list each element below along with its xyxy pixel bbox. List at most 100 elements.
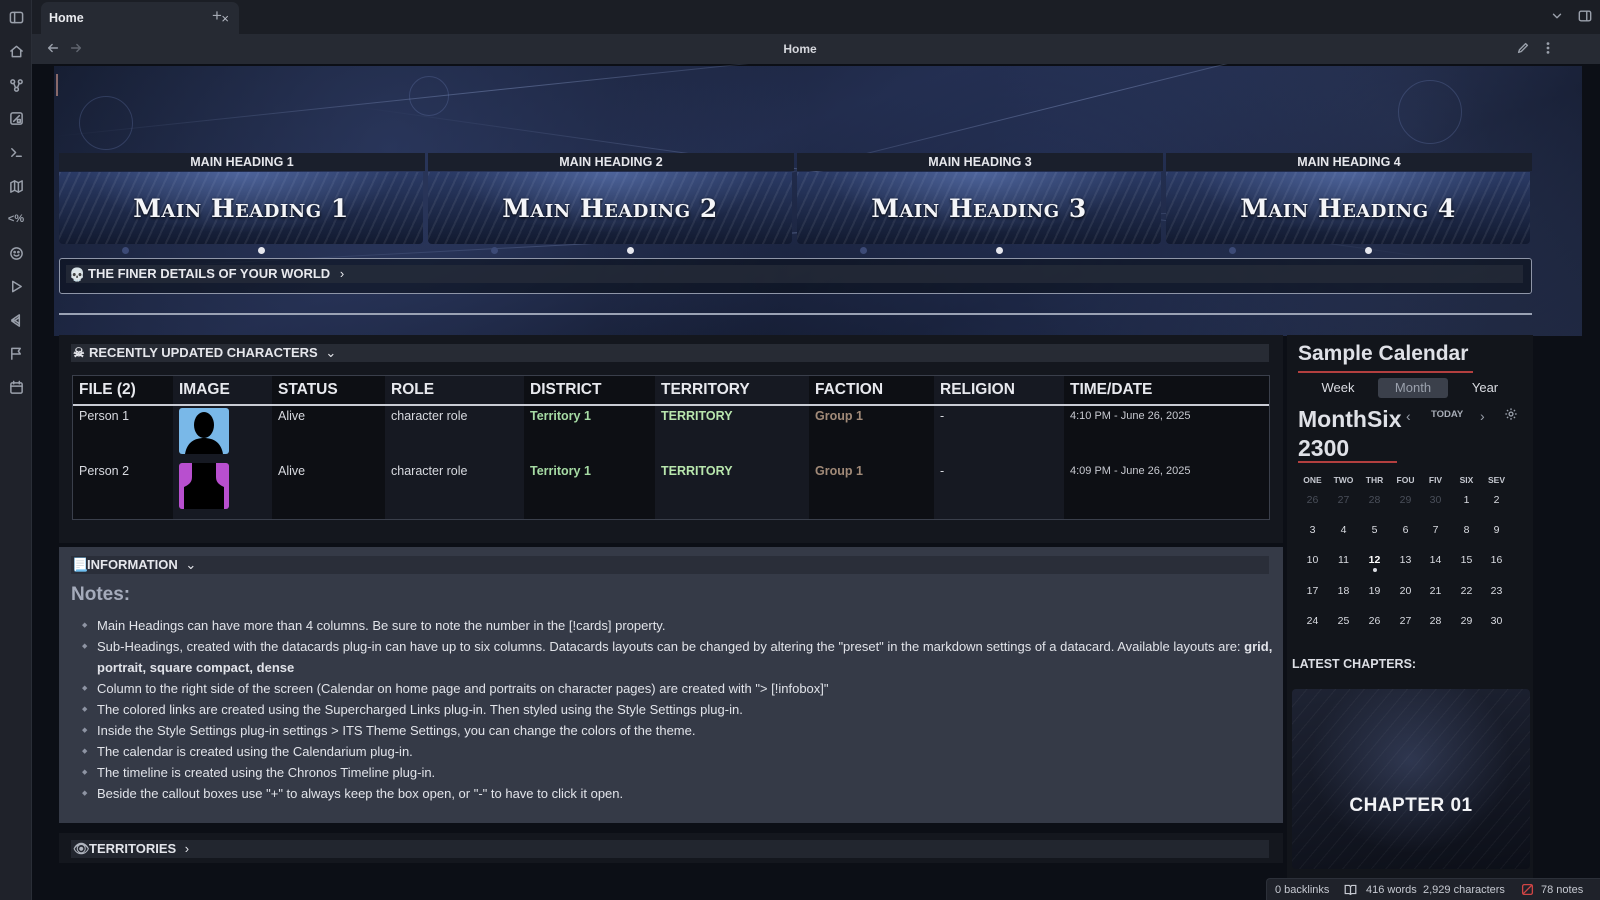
column-header-faction[interactable]: FACTION bbox=[815, 376, 883, 404]
tab-list-chevron-icon[interactable] bbox=[1550, 9, 1564, 28]
calendar-day[interactable]: 28 bbox=[1420, 615, 1451, 627]
calendar-day[interactable]: 17 bbox=[1297, 585, 1328, 597]
vscode-icon[interactable] bbox=[7, 311, 25, 329]
calendar-day[interactable]: 30 bbox=[1481, 615, 1512, 627]
calendar-day[interactable]: 6 bbox=[1390, 524, 1421, 536]
callout-title[interactable]: 👁 TERRITORIES › bbox=[71, 840, 1269, 858]
file-link[interactable]: Person 2 bbox=[79, 464, 129, 478]
previous-month-chevron-icon[interactable]: ‹ bbox=[1406, 408, 1411, 424]
tab-home[interactable]: Home × bbox=[41, 2, 239, 34]
calendar-day[interactable]: 25 bbox=[1328, 615, 1359, 627]
sync-off-icon[interactable] bbox=[1521, 883, 1534, 899]
today-button[interactable]: TODAY bbox=[1431, 409, 1463, 420]
calendar-day[interactable]: 13 bbox=[1390, 554, 1421, 566]
gear-icon[interactable] bbox=[1504, 407, 1518, 424]
characters-table: FILE (2) IMAGE STATUS ROLE DISTRICT TERR… bbox=[72, 375, 1270, 520]
calendar-day[interactable]: 14 bbox=[1420, 554, 1451, 566]
calendar-day[interactable]: 26 bbox=[1297, 494, 1328, 506]
canvas-icon[interactable] bbox=[7, 109, 25, 127]
edit-pencil-icon[interactable] bbox=[1516, 41, 1530, 60]
backlinks-count[interactable]: 0 backlinks bbox=[1275, 884, 1329, 896]
calendar-day[interactable]: 10 bbox=[1297, 554, 1328, 566]
calendar-day[interactable]: 21 bbox=[1420, 585, 1451, 597]
callout-title[interactable]: 💀 THE FINER DETAILS OF YOUR WORLD › bbox=[66, 265, 1523, 283]
column-header-image[interactable]: IMAGE bbox=[179, 376, 230, 404]
next-month-chevron-icon[interactable]: › bbox=[1480, 408, 1485, 424]
column-header-time-date[interactable]: TIME/DATE bbox=[1070, 376, 1152, 404]
column-header-role[interactable]: ROLE bbox=[391, 376, 434, 404]
play-icon[interactable] bbox=[7, 277, 25, 295]
calendar-day[interactable]: 29 bbox=[1390, 494, 1421, 506]
carousel-dot[interactable] bbox=[996, 247, 1003, 254]
sidebar-toggle-icon[interactable] bbox=[7, 8, 25, 26]
card-label: MAIN HEADING 3 bbox=[797, 153, 1163, 171]
finer-details-callout[interactable]: 💀 THE FINER DETAILS OF YOUR WORLD › bbox=[59, 258, 1532, 294]
calendar-day[interactable]: 28 bbox=[1359, 494, 1390, 506]
graph-icon[interactable] bbox=[7, 76, 25, 94]
main-heading-card[interactable]: MAIN HEADING 2 Main Heading 2 bbox=[428, 153, 794, 255]
calendar-day[interactable]: 15 bbox=[1451, 554, 1482, 566]
carousel-dot[interactable] bbox=[258, 247, 265, 254]
calendar-day[interactable]: 9 bbox=[1481, 524, 1512, 536]
column-header-file[interactable]: FILE (2) bbox=[79, 376, 136, 404]
main-heading-card[interactable]: MAIN HEADING 4 Main Heading 4 bbox=[1166, 153, 1532, 255]
territory-link[interactable]: TERRITORY bbox=[661, 409, 733, 423]
calendar-day[interactable]: 26 bbox=[1359, 615, 1390, 627]
column-header-district[interactable]: DISTRICT bbox=[530, 376, 601, 404]
calendar-day[interactable]: 22 bbox=[1451, 585, 1482, 597]
calendar-day[interactable]: 12 bbox=[1359, 554, 1390, 566]
calendar-day[interactable]: 2 bbox=[1481, 494, 1512, 506]
calendar-day[interactable]: 8 bbox=[1451, 524, 1482, 536]
calendar-icon[interactable] bbox=[7, 378, 25, 396]
calendar-day[interactable]: 16 bbox=[1481, 554, 1512, 566]
view-year-button[interactable]: Year bbox=[1452, 378, 1518, 398]
chapter-card[interactable]: CHAPTER 01 bbox=[1292, 689, 1530, 869]
map-icon[interactable] bbox=[7, 177, 25, 195]
more-options-icon[interactable] bbox=[1541, 41, 1555, 60]
close-tab-icon[interactable]: × bbox=[221, 11, 229, 26]
terminal-icon[interactable] bbox=[7, 143, 25, 161]
district-link[interactable]: Territory 1 bbox=[530, 409, 591, 423]
calendar-day[interactable]: 7 bbox=[1420, 524, 1451, 536]
carousel-dot[interactable] bbox=[1365, 247, 1372, 254]
calendar-day[interactable]: 11 bbox=[1328, 554, 1359, 566]
view-week-button[interactable]: Week bbox=[1305, 378, 1371, 398]
calendar-day[interactable]: 27 bbox=[1390, 615, 1421, 627]
calendar-day[interactable]: 1 bbox=[1451, 494, 1482, 506]
carousel-dot[interactable] bbox=[627, 247, 634, 254]
calendar-day[interactable]: 19 bbox=[1359, 585, 1390, 597]
flag-icon[interactable] bbox=[7, 344, 25, 362]
callout-title[interactable]: ☠ RECENTLY UPDATED CHARACTERS ⌄ bbox=[71, 344, 1269, 362]
view-month-button[interactable]: Month bbox=[1378, 378, 1448, 398]
faction-link[interactable]: Group 1 bbox=[815, 409, 863, 423]
calendar-day[interactable]: 18 bbox=[1328, 585, 1359, 597]
character-portrait[interactable] bbox=[179, 408, 229, 454]
chevron-right-icon: › bbox=[184, 841, 190, 856]
calendar-day[interactable]: 20 bbox=[1390, 585, 1421, 597]
calendar-day[interactable]: 3 bbox=[1297, 524, 1328, 536]
calendar-day[interactable]: 27 bbox=[1328, 494, 1359, 506]
column-header-status[interactable]: STATUS bbox=[278, 376, 338, 404]
percent-code-icon[interactable]: <% bbox=[7, 210, 25, 228]
faction-link[interactable]: Group 1 bbox=[815, 464, 863, 478]
right-sidebar-toggle-icon[interactable] bbox=[1578, 9, 1592, 28]
character-portrait[interactable] bbox=[179, 463, 229, 509]
calendar-day[interactable]: 29 bbox=[1451, 615, 1482, 627]
callout-title[interactable]: 📃 INFORMATION ⌄ bbox=[71, 556, 1269, 574]
calendar-day[interactable]: 23 bbox=[1481, 585, 1512, 597]
emoji-icon[interactable] bbox=[7, 244, 25, 262]
new-tab-button[interactable]: + bbox=[212, 6, 222, 26]
home-icon[interactable] bbox=[7, 42, 25, 60]
territory-link[interactable]: TERRITORY bbox=[661, 464, 733, 478]
column-header-religion[interactable]: RELIGION bbox=[940, 376, 1015, 404]
main-heading-card[interactable]: MAIN HEADING 3 Main Heading 3 bbox=[797, 153, 1163, 255]
book-open-icon[interactable] bbox=[1344, 883, 1357, 899]
column-header-territory[interactable]: TERRITORY bbox=[661, 376, 750, 404]
calendar-day[interactable]: 4 bbox=[1328, 524, 1359, 536]
district-link[interactable]: Territory 1 bbox=[530, 464, 591, 478]
calendar-day[interactable]: 24 bbox=[1297, 615, 1328, 627]
main-heading-card[interactable]: MAIN HEADING 1 Main Heading 1 bbox=[59, 153, 425, 255]
file-link[interactable]: Person 1 bbox=[79, 409, 129, 423]
calendar-day[interactable]: 30 bbox=[1420, 494, 1451, 506]
calendar-day[interactable]: 5 bbox=[1359, 524, 1390, 536]
